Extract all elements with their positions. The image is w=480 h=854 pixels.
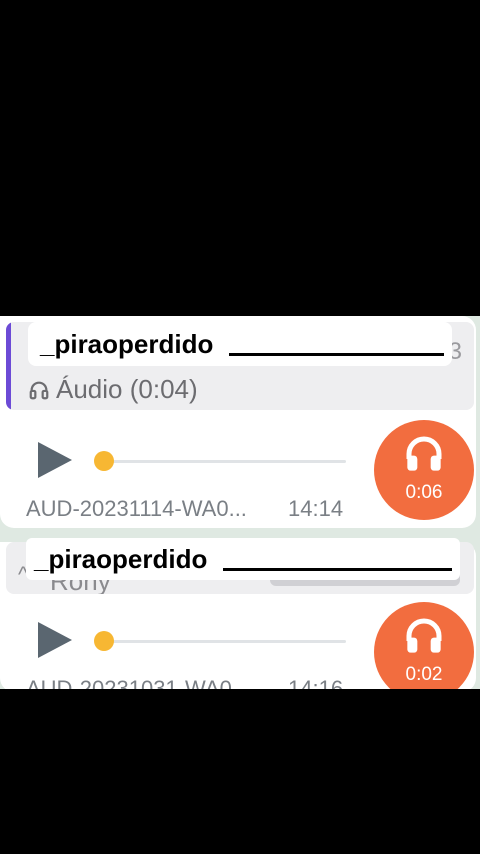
audio-filename: AUD-20231114-WA0... (26, 496, 247, 521)
message-time: 14:16 (288, 676, 344, 689)
headphones-icon (29, 381, 49, 399)
message-time: 14:14 (288, 496, 344, 521)
quote-accent-bar (6, 322, 11, 410)
audio-seek-track[interactable] (102, 460, 346, 463)
audio-duration: 0:06 (405, 482, 443, 503)
audio-filename: AUD-20231031-WA0... (26, 676, 251, 689)
chat-area: 3 Áudio (0:04) AUD-20231114-WA0... 14:14 (0, 316, 480, 689)
seek-knob[interactable] (94, 631, 114, 651)
headphones-icon (406, 436, 442, 471)
audio-avatar: 0:06 (374, 420, 474, 520)
overlay-username: _piraoperdido (40, 328, 214, 359)
quoted-audio-line: Áudio (0:04) (28, 374, 198, 405)
overlay-username: _piraoperdido (34, 543, 208, 574)
username-overlay: _piraoperdido (26, 538, 460, 580)
audio-player (36, 620, 348, 660)
headphones-icon (406, 618, 442, 653)
play-button[interactable] (38, 622, 72, 658)
quoted-audio-label: Áudio (0:04) (56, 374, 198, 404)
play-button[interactable] (38, 442, 72, 478)
audio-duration: 0:02 (405, 664, 443, 685)
overlay-underline (229, 333, 444, 356)
audio-player (36, 440, 348, 480)
seek-knob[interactable] (94, 451, 114, 471)
username-overlay: _piraoperdido (28, 322, 452, 366)
audio-seek-track[interactable] (102, 640, 346, 643)
overlay-underline (223, 548, 452, 571)
